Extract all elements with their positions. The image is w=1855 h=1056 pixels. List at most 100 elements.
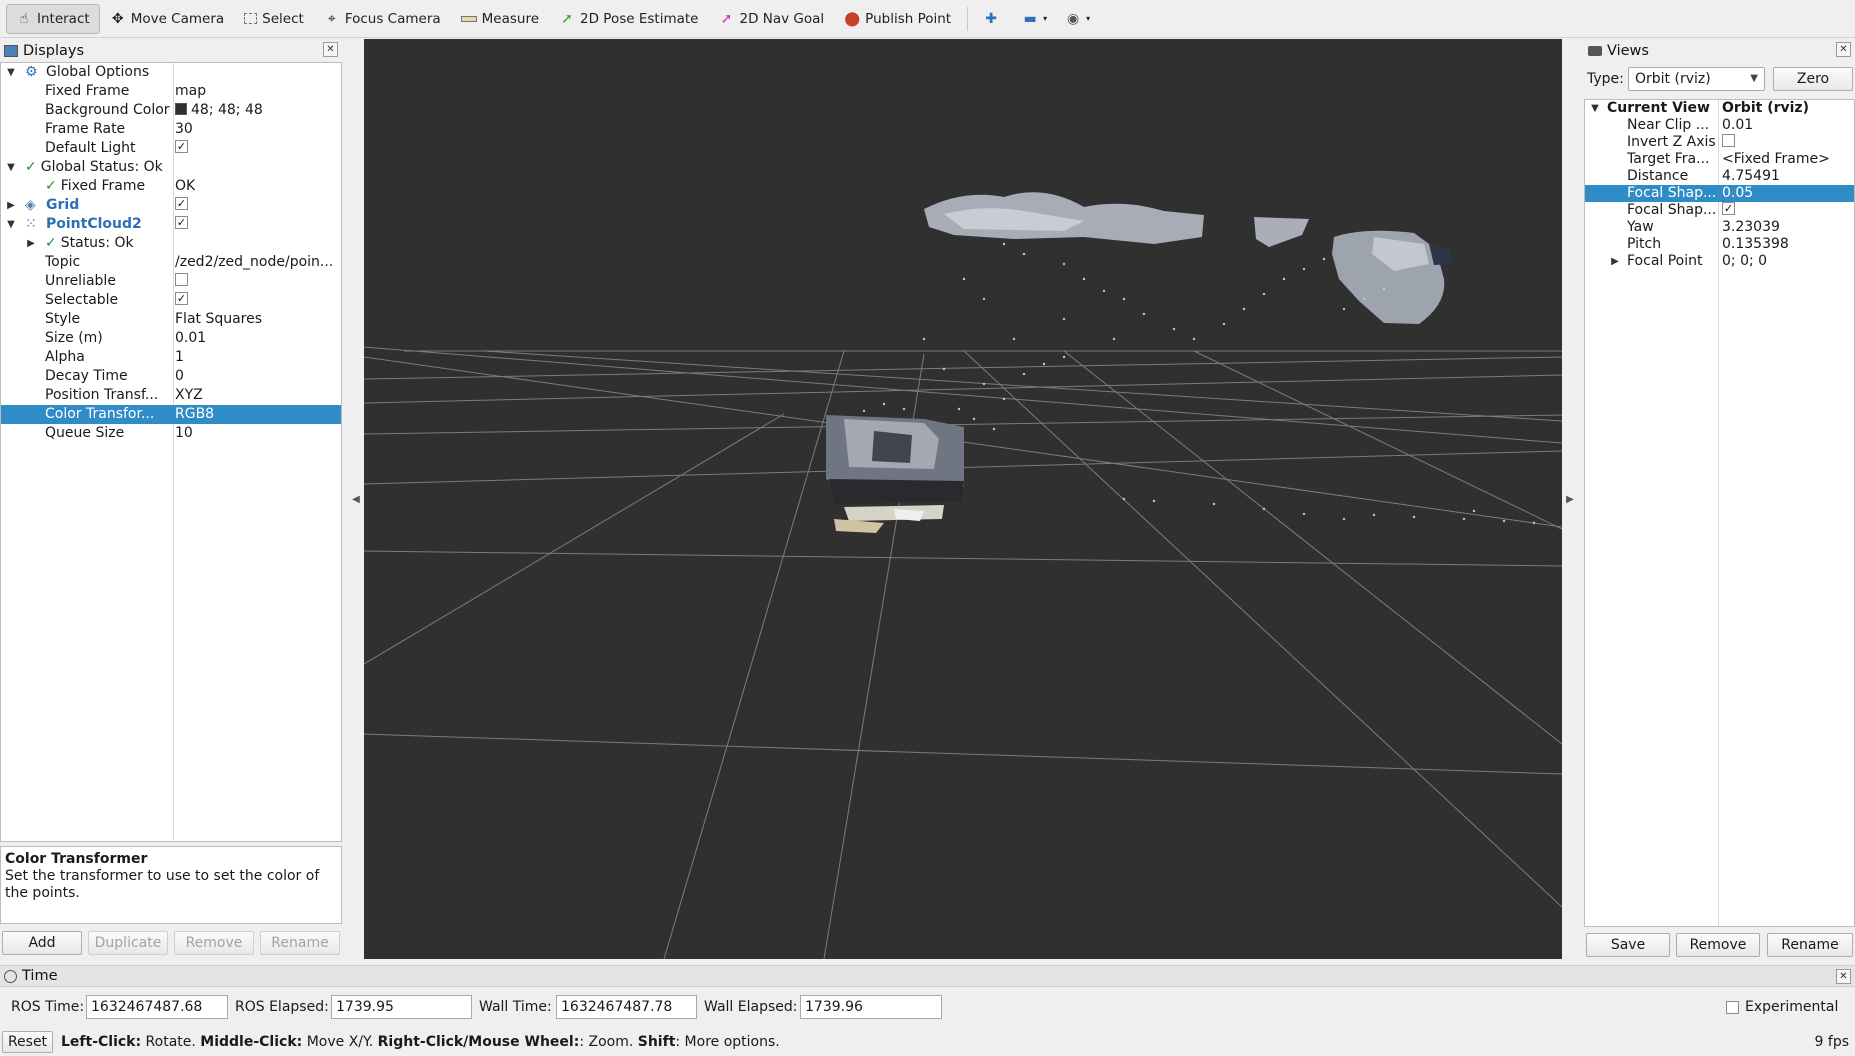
tree-row-pointcloud2[interactable]: ▼ ⁙ PointCloud2 ✓: [1, 215, 341, 234]
measure-tool[interactable]: Measure: [451, 4, 549, 34]
tree-row-topic[interactable]: Topic /zed2/zed_node/poin...: [1, 253, 341, 272]
view-row-invert-z-axis[interactable]: Invert Z Axis: [1585, 134, 1854, 151]
select-tool[interactable]: Select: [234, 4, 314, 34]
selectable-checkbox[interactable]: ✓: [175, 292, 188, 305]
pointcloud2-enabled-checkbox[interactable]: ✓: [175, 216, 188, 229]
2d-nav-goal-tool[interactable]: ➚ 2D Nav Goal: [709, 4, 835, 34]
color-swatch[interactable]: [175, 103, 187, 115]
tree-row-grid[interactable]: ▶ ◈ Grid ✓: [1, 196, 341, 215]
camera-type-button[interactable]: ◉ ▾: [1056, 4, 1099, 34]
tree-row-unreliable[interactable]: Unreliable: [1, 272, 341, 291]
view-row-focal-point[interactable]: ▶ Focal Point 0; 0; 0: [1585, 253, 1854, 270]
invert-z-axis-checkbox[interactable]: [1722, 134, 1735, 147]
expand-arrow-icon[interactable]: ▼: [5, 158, 17, 177]
collapse-arrow-icon[interactable]: ▶: [25, 234, 37, 253]
view-row-target-frame[interactable]: Target Fra... <Fixed Frame>: [1585, 151, 1854, 168]
magenta-arrow-icon: ➚: [720, 10, 733, 27]
point-cloud-scene[interactable]: [364, 39, 1562, 959]
pointcloud-icon: ⁙: [25, 216, 37, 232]
add-tool-button[interactable]: ✚: [974, 4, 1013, 34]
tree-row-alpha[interactable]: Alpha 1: [1, 348, 341, 367]
tree-row-global-status[interactable]: ▼ ✓ Global Status: Ok: [1, 158, 341, 177]
ros-time-field[interactable]: 1632467487.68: [86, 995, 228, 1019]
tree-row-global-options[interactable]: ▼ ⚙ Global Options: [1, 63, 341, 82]
chevron-right-icon: ▶: [1566, 493, 1574, 505]
view-row-focal-shape-fixed[interactable]: Focal Shap... ✓: [1585, 202, 1854, 219]
interact-tool[interactable]: ☝ Interact: [6, 3, 100, 34]
toolbar: ☝ Interact ✥ Move Camera Select ⌖ Focus Cam…: [0, 0, 1855, 38]
remove-display-button[interactable]: Remove: [174, 931, 254, 955]
save-view-button[interactable]: Save: [1586, 933, 1670, 957]
default-light-checkbox[interactable]: ✓: [175, 140, 188, 153]
focus-camera-tool[interactable]: ⌖ Focus Camera: [314, 4, 451, 34]
tree-row-status-ok[interactable]: ▶ ✓ Status: Ok: [1, 234, 341, 253]
move-arrows-icon: ✥: [111, 10, 124, 27]
view-row-focal-shape-size[interactable]: Focal Shap... 0.05: [1585, 185, 1854, 202]
rename-view-button[interactable]: Rename: [1767, 933, 1853, 957]
duplicate-display-button[interactable]: Duplicate: [88, 931, 168, 955]
close-icon: ✕: [326, 44, 335, 55]
experimental-checkbox[interactable]: [1726, 1001, 1739, 1014]
checkmark-icon: ✓: [25, 159, 37, 175]
view-row-near-clip[interactable]: Near Clip ... 0.01: [1585, 117, 1854, 134]
chevron-down-icon: ▾: [1086, 14, 1091, 23]
displays-dock-title: Displays: [0, 40, 342, 62]
plus-icon: ✚: [985, 10, 997, 27]
tree-row-queue-size[interactable]: Queue Size 10: [1, 424, 341, 443]
description-text: Set the transformer to use to set the co…: [5, 868, 320, 901]
2d-pose-estimate-tool[interactable]: ➚ 2D Pose Estimate: [549, 4, 708, 34]
remove-tool-button[interactable]: ▬ ▾: [1013, 4, 1056, 34]
view-row-current-view[interactable]: ▼ Current View Orbit (rviz): [1585, 100, 1854, 117]
views-close-button[interactable]: ✕: [1836, 42, 1851, 57]
move-camera-tool[interactable]: ✥ Move Camera: [100, 4, 234, 34]
view-row-yaw[interactable]: Yaw 3.23039: [1585, 219, 1854, 236]
zero-view-button[interactable]: Zero: [1773, 67, 1853, 91]
chevron-left-icon: ◀: [352, 493, 360, 505]
view-type-label: Type:: [1587, 71, 1624, 87]
focal-shape-fixed-checkbox[interactable]: ✓: [1722, 202, 1735, 215]
tree-row-background-color[interactable]: Background Color 48; 48; 48: [1, 101, 341, 120]
tree-row-position-transformer[interactable]: Position Transf... XYZ: [1, 386, 341, 405]
time-close-button[interactable]: ✕: [1836, 969, 1851, 984]
tree-row-style[interactable]: Style Flat Squares: [1, 310, 341, 329]
ros-elapsed-field[interactable]: 1739.95: [331, 995, 472, 1019]
tree-row-selectable[interactable]: Selectable ✓: [1, 291, 341, 310]
tree-row-size[interactable]: Size (m) 0.01: [1, 329, 341, 348]
remove-view-button[interactable]: Remove: [1676, 933, 1760, 957]
tree-row-frame-rate[interactable]: Frame Rate 30: [1, 120, 341, 139]
reset-button[interactable]: Reset: [2, 1031, 53, 1053]
rename-display-button[interactable]: Rename: [260, 931, 340, 955]
view-type-select[interactable]: Orbit (rviz) ▼: [1628, 67, 1765, 91]
wall-time-label: Wall Time:: [479, 999, 552, 1015]
collapse-arrow-icon[interactable]: ▶: [5, 196, 17, 215]
tree-row-fixed-frame-status[interactable]: ✓ Fixed Frame OK: [1, 177, 341, 196]
collapse-right-dock-handle[interactable]: ▶: [1563, 484, 1577, 514]
green-arrow-icon: ➚: [561, 10, 573, 27]
3d-render-viewport[interactable]: [364, 39, 1562, 959]
wall-time-field[interactable]: 1632467487.78: [556, 995, 697, 1019]
collapse-arrow-icon[interactable]: ▶: [1609, 253, 1621, 270]
tree-row-fixed-frame[interactable]: Fixed Frame map: [1, 82, 341, 101]
close-icon: ✕: [1839, 971, 1848, 982]
experimental-label: Experimental: [1745, 999, 1839, 1015]
expand-arrow-icon[interactable]: ▼: [5, 63, 17, 82]
expand-arrow-icon[interactable]: ▼: [5, 215, 17, 234]
displays-tree: ▼ ⚙ Global Options Fixed Frame map Backg…: [0, 62, 342, 842]
expand-arrow-icon[interactable]: ▼: [1589, 100, 1601, 117]
gear-icon: ⚙: [25, 64, 38, 80]
tree-row-color-transformer[interactable]: Color Transfor... RGB8: [1, 405, 341, 424]
experimental-checkbox-wrap[interactable]: [1726, 1001, 1739, 1017]
publish-point-tool[interactable]: ⬤ Publish Point: [834, 4, 961, 34]
collapse-left-dock-handle[interactable]: ◀: [349, 484, 363, 514]
camera-icon: [1588, 46, 1602, 56]
view-row-pitch[interactable]: Pitch 0.135398: [1585, 236, 1854, 253]
displays-close-button[interactable]: ✕: [323, 42, 338, 57]
tree-row-decay-time[interactable]: Decay Time 0: [1, 367, 341, 386]
unreliable-checkbox[interactable]: [175, 273, 188, 286]
tree-row-default-light[interactable]: Default Light ✓: [1, 139, 341, 158]
view-row-distance[interactable]: Distance 4.75491: [1585, 168, 1854, 185]
wall-elapsed-field[interactable]: 1739.96: [800, 995, 942, 1019]
add-display-button[interactable]: Add: [2, 931, 82, 955]
grid-enabled-checkbox[interactable]: ✓: [175, 197, 188, 210]
crosshair-icon: ⌖: [327, 10, 336, 27]
